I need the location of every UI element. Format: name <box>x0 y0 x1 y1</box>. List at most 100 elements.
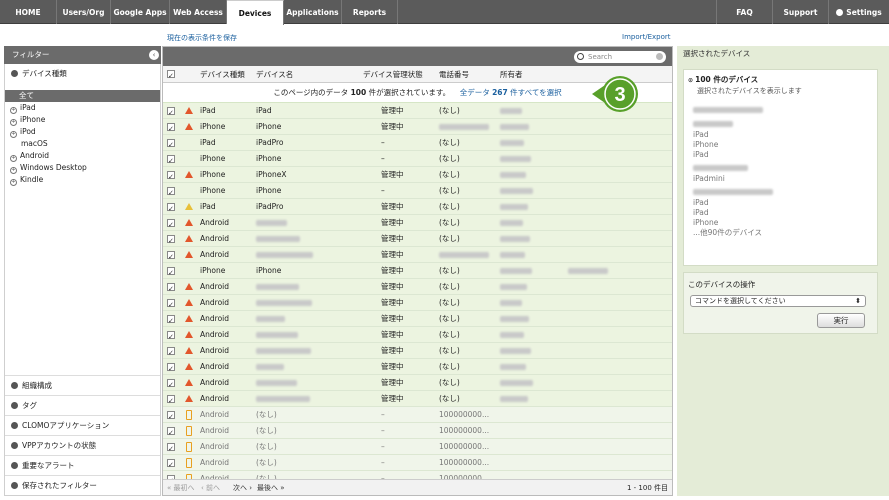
row-checkbox[interactable] <box>167 281 175 297</box>
row-checkbox[interactable] <box>167 409 175 425</box>
search-input[interactable]: Search <box>574 51 666 63</box>
col-owner[interactable]: 所有者 <box>500 66 523 83</box>
row-checkbox[interactable] <box>167 185 175 201</box>
warning-icon <box>185 171 193 178</box>
table-row[interactable]: iPad iPadPro – (なし) <box>163 135 672 153</box>
clear-icon[interactable] <box>656 53 663 60</box>
tab-home[interactable]: HOME <box>0 0 57 24</box>
table-row[interactable]: iPhone iPhone – (なし) <box>163 183 672 201</box>
table-row[interactable]: Android (なし) – 100000000... <box>163 407 672 425</box>
row-checkbox[interactable] <box>167 393 175 409</box>
support-link[interactable]: Support <box>772 0 828 24</box>
first-page-link[interactable]: « 最初へ <box>167 480 195 496</box>
tab-users-org[interactable]: Users/Org <box>57 0 111 24</box>
table-row[interactable]: Android (なし) – 100000000... <box>163 455 672 473</box>
tree-item-kindle[interactable]: + Kindle <box>5 174 160 186</box>
table-row[interactable]: iPad iPadPro 管理中 (なし) <box>163 199 672 217</box>
row-checkbox[interactable] <box>167 217 175 233</box>
filter-section[interactable]: CLOMOアプリケーション <box>5 415 160 435</box>
row-checkbox[interactable] <box>167 249 175 265</box>
import-export-link[interactable]: Import/Export <box>622 33 671 41</box>
tab-reports[interactable]: Reports <box>342 0 398 24</box>
expand-icon[interactable]: + <box>10 107 17 114</box>
expand-icon[interactable]: + <box>10 167 17 174</box>
cell-device-name <box>256 236 300 242</box>
run-button[interactable]: 実行 <box>817 313 865 328</box>
table-row[interactable]: Android 管理中 (なし) <box>163 279 672 297</box>
expand-icon[interactable]: + <box>10 179 17 186</box>
filter-section[interactable]: VPPアカウントの状態 <box>5 435 160 455</box>
table-row[interactable]: iPhone iPhone 管理中 (なし) <box>163 263 672 281</box>
table-row[interactable]: Android 管理中 (なし) <box>163 231 672 249</box>
row-checkbox[interactable] <box>167 457 175 473</box>
row-checkbox[interactable] <box>167 265 175 281</box>
row-checkbox[interactable] <box>167 233 175 249</box>
table-row[interactable]: Android 管理中 (なし) <box>163 359 672 377</box>
filter-section[interactable]: 保存されたフィルター <box>5 475 160 495</box>
last-page-link[interactable]: 最後へ » <box>257 480 285 496</box>
table-row[interactable]: Android 管理中 (なし) <box>163 295 672 313</box>
command-select[interactable]: コマンドを選択してください ⬍ <box>690 295 866 307</box>
next-page-link[interactable]: 次へ › <box>233 480 252 496</box>
row-checkbox[interactable] <box>167 201 175 217</box>
settings-link[interactable]: Settings <box>828 0 889 24</box>
table-row[interactable]: Android (なし) – 100000000... <box>163 423 672 441</box>
row-checkbox[interactable] <box>167 329 175 345</box>
tree-item-ipod[interactable]: + iPod <box>5 126 160 138</box>
filter-section[interactable]: 組織構成 <box>5 375 160 395</box>
cell-device-name <box>256 284 299 290</box>
expand-icon <box>11 70 18 77</box>
col-phone-number[interactable]: 電話番号 <box>439 66 469 83</box>
filter-section[interactable]: タグ <box>5 395 160 415</box>
tab-applications[interactable]: Applications <box>284 0 342 24</box>
tab-google-apps[interactable]: Google Apps <box>111 0 170 24</box>
select-all-data-link[interactable]: 全データ 267 件すべてを選択 <box>460 88 562 97</box>
table-row[interactable]: iPhone iPhone – (なし) <box>163 151 672 169</box>
save-filter-link[interactable]: 現在の表示条件を保存 <box>167 33 237 43</box>
expand-icon[interactable]: + <box>10 131 17 138</box>
table-row[interactable]: Android 管理中 (なし) <box>163 327 672 345</box>
table-row[interactable]: iPhone iPhoneX 管理中 (なし) <box>163 167 672 185</box>
tab-web-access[interactable]: Web Access <box>170 0 227 24</box>
expand-icon[interactable]: + <box>10 119 17 126</box>
row-checkbox[interactable] <box>167 425 175 441</box>
table-row[interactable]: Android 管理中 (なし) <box>163 391 672 409</box>
table-row[interactable]: iPhone iPhone 管理中 <box>163 119 672 137</box>
row-checkbox[interactable] <box>167 361 175 377</box>
tree-item-全て[interactable]: 全て <box>5 90 160 102</box>
table-row[interactable]: Android 管理中 (なし) <box>163 311 672 329</box>
select-all-checkbox[interactable] <box>167 68 175 85</box>
row-checkbox[interactable] <box>167 153 175 169</box>
tree-item-iphone[interactable]: + iPhone <box>5 114 160 126</box>
filter-section[interactable]: 重要なアラート <box>5 455 160 475</box>
row-checkbox[interactable] <box>167 345 175 361</box>
prev-page-link[interactable]: ‹ 前へ <box>201 480 220 496</box>
col-device-name[interactable]: デバイス名 <box>256 66 293 83</box>
table-row[interactable]: Android (なし) – 100000000... <box>163 439 672 457</box>
table-row[interactable]: Android 管理中 (なし) <box>163 375 672 393</box>
col-device-type[interactable]: デバイス種類 <box>200 66 245 83</box>
table-row[interactable]: Android 管理中 (なし) <box>163 343 672 361</box>
expand-icon[interactable]: + <box>10 155 17 162</box>
show-selected-link[interactable]: 選択されたデバイスを表示します <box>688 86 873 96</box>
row-checkbox[interactable] <box>167 297 175 313</box>
select-arrow-icon: ⬍ <box>855 297 861 305</box>
row-checkbox[interactable] <box>167 169 175 185</box>
faq-link[interactable]: FAQ <box>716 0 772 24</box>
device-type-section[interactable]: デバイス種類 <box>5 64 160 83</box>
row-checkbox[interactable] <box>167 313 175 329</box>
tab-devices[interactable]: Devices <box>227 0 284 25</box>
row-checkbox[interactable] <box>167 441 175 457</box>
row-checkbox[interactable] <box>167 105 175 121</box>
row-checkbox[interactable] <box>167 377 175 393</box>
tree-item-macos[interactable]: macOS <box>5 138 160 150</box>
tree-item-ipad[interactable]: + iPad <box>5 102 160 114</box>
table-row[interactable]: Android 管理中 (なし) <box>163 215 672 233</box>
row-checkbox[interactable] <box>167 121 175 137</box>
collapse-panel-icon[interactable]: ‹ <box>149 50 159 60</box>
tree-item-android[interactable]: + Android <box>5 150 160 162</box>
col-management-status[interactable]: デバイス管理状態 <box>363 66 423 83</box>
tree-item-windows-desktop[interactable]: + Windows Desktop <box>5 162 160 174</box>
row-checkbox[interactable] <box>167 137 175 153</box>
table-row[interactable]: Android 管理中 <box>163 247 672 265</box>
